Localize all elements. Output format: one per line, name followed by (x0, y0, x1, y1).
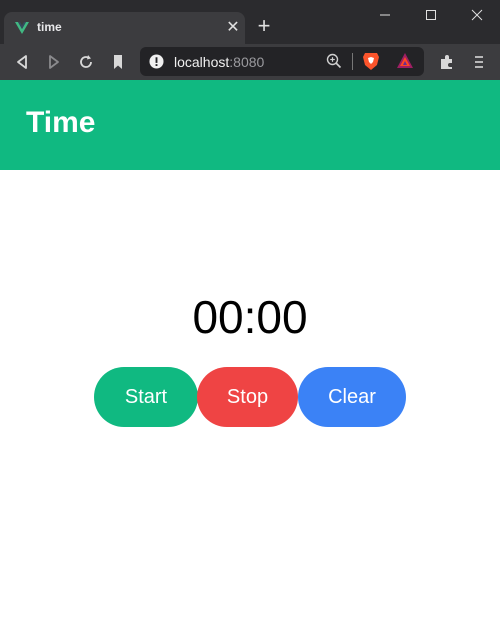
browser-tabstrip: time ✕ + (0, 0, 500, 44)
browser-tab[interactable]: time ✕ (4, 12, 245, 44)
brave-rewards-icon[interactable] (396, 52, 414, 70)
clear-button[interactable]: Clear (298, 367, 406, 427)
close-icon (471, 9, 483, 21)
minimize-icon (380, 14, 390, 16)
brave-shields-icon[interactable] (362, 51, 380, 71)
window-minimize-button[interactable] (362, 0, 408, 30)
extensions-icon[interactable] (437, 52, 457, 72)
info-icon[interactable] (149, 54, 164, 69)
vue-logo-icon (15, 22, 29, 34)
browser-toolbar: localhost:8080 (0, 44, 500, 80)
reload-icon[interactable] (76, 52, 96, 72)
address-host: localhost (174, 54, 230, 70)
bookmark-icon[interactable] (108, 52, 128, 72)
window-close-button[interactable] (454, 0, 500, 30)
start-button[interactable]: Start (94, 367, 198, 427)
new-tab-icon[interactable]: + (254, 15, 274, 37)
address-port: :8080 (229, 54, 265, 70)
zoom-icon[interactable] (326, 53, 342, 69)
page-title: Time (26, 106, 96, 139)
timer-display: 00:00 (192, 291, 308, 343)
back-icon[interactable] (12, 52, 32, 72)
app-header: Time (0, 80, 500, 170)
tab-close-icon[interactable]: ✕ (225, 20, 241, 36)
stop-button[interactable]: Stop (197, 367, 298, 427)
tab-title: time (37, 20, 62, 34)
maximize-icon (426, 10, 436, 20)
window-maximize-button[interactable] (408, 0, 454, 30)
address-text: localhost:8080 (174, 54, 264, 70)
menu-icon[interactable] (469, 52, 489, 72)
address-bar[interactable]: localhost:8080 (140, 47, 424, 76)
address-divider (352, 53, 353, 70)
forward-icon[interactable] (44, 52, 64, 72)
